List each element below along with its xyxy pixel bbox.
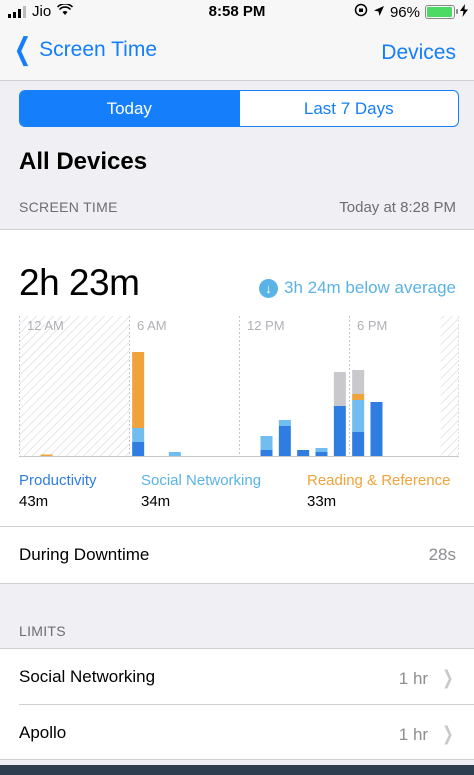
bar-productivity-h13 (260, 450, 273, 456)
limit-value: 1 hr (398, 725, 429, 744)
downtime-row-card: During Downtime 28s (0, 527, 474, 584)
orientation-lock-icon (354, 3, 368, 21)
legend-reading-reference: Reading & Reference 33m (307, 472, 450, 510)
chevron-right-icon: ❯ (442, 724, 454, 745)
bar-social-h13 (260, 436, 273, 450)
screen-time-section-label: SCREEN TIME (19, 199, 118, 215)
average-comparison-text: 3h 24m below average (283, 278, 456, 297)
back-label: Screen Time (39, 38, 158, 61)
bottom-edge (0, 765, 474, 775)
legend-reading-value: 33m (307, 493, 337, 510)
bar-social-h8 (168, 452, 181, 456)
bar-reading-h1-trace (40, 454, 53, 456)
down-arrow-icon: ↓ (258, 278, 278, 298)
charging-icon (460, 3, 468, 21)
x-tick-label: 6 PM (357, 318, 387, 333)
legend-reading-name: Reading & Reference (307, 472, 451, 489)
bar-social-h18 (352, 400, 365, 432)
bar-productivity-h19 (370, 402, 383, 456)
bar-productivity-h14 (278, 426, 291, 456)
battery-level (427, 7, 452, 17)
downtime-label: During Downtime (19, 545, 150, 564)
last-updated: Today at 8:28 PM (339, 199, 456, 216)
x-tick-label: 12 AM (27, 318, 64, 333)
bar-productivity-h18 (352, 432, 365, 456)
location-icon (373, 4, 385, 21)
page-heading: All Devices (19, 148, 148, 175)
battery-icon (425, 5, 458, 19)
bar-productivity-h6 (132, 442, 145, 456)
status-right: 96% (354, 3, 468, 21)
downtime-row: During Downtime 28s (19, 545, 456, 565)
limit-value-wrap: 1 hr ❯ (399, 667, 456, 690)
legend-social-networking: Social Networking 34m (141, 472, 261, 510)
x-tick-label: 6 AM (137, 318, 167, 333)
bar-social-h14 (278, 420, 291, 426)
back-chevron-icon: ❮ (13, 33, 32, 66)
screen-time-card[interactable]: 2h 23m ↓ 3h 24m below average 12 AM 6 AM 1… (0, 229, 474, 528)
limits-section-label: LIMITS (19, 623, 66, 639)
status-bar: Jio 8:58 PM 96% (0, 0, 474, 24)
bar-social-h6 (132, 428, 145, 442)
battery-percent: 96% (389, 3, 420, 21)
bar-other-h18 (352, 370, 365, 394)
period-segmented-control: Today Last 7 Days (19, 90, 459, 127)
bar-productivity-h17 (333, 406, 346, 456)
bar-reading-h6 (132, 352, 145, 428)
limit-value: 1 hr (398, 669, 429, 688)
devices-button[interactable]: Devices (381, 41, 456, 65)
limit-row-apollo[interactable]: Apollo 1 hr ❯ (19, 723, 456, 746)
limit-row-social-networking[interactable]: Social Networking 1 hr ❯ (19, 667, 456, 690)
segment-last-7-days[interactable]: Last 7 Days (238, 91, 459, 126)
hourly-usage-chart: 12 AM 6 AM 12 PM 6 PM (19, 316, 459, 461)
limit-value-wrap: 1 hr ❯ (399, 723, 456, 746)
total-screen-time: 2h 23m (19, 262, 140, 303)
downtime-region-0 (19, 316, 129, 456)
legend-productivity-value: 43m (19, 493, 49, 510)
bar-reading-h18 (352, 394, 365, 400)
limit-name: Apollo (19, 723, 67, 742)
legend-productivity: Productivity 43m (19, 472, 97, 510)
legend-productivity-name: Productivity (19, 472, 97, 489)
nav-divider (0, 80, 474, 81)
segment-today[interactable]: Today (20, 91, 239, 126)
chevron-right-icon: ❯ (442, 668, 454, 689)
limit-name: Social Networking (19, 667, 156, 686)
limits-divider (19, 704, 474, 705)
average-comparison: ↓ 3h 24m below average (258, 278, 456, 298)
bar-social-h16 (315, 448, 328, 452)
legend-social-value: 34m (141, 493, 171, 510)
x-tick-label: 12 PM (247, 318, 285, 333)
bar-productivity-h16 (315, 452, 328, 456)
legend-social-name: Social Networking (141, 472, 262, 489)
downtime-value: 28s (428, 545, 456, 564)
bar-productivity-h15 (297, 450, 310, 456)
downtime-region-1 (440, 316, 459, 456)
bar-other-h17 (333, 372, 346, 406)
hourly-usage-chart-svg: 12 AM 6 AM 12 PM 6 PM (19, 316, 459, 457)
back-button[interactable]: ❮ Screen Time (10, 33, 158, 66)
limits-list: Social Networking 1 hr ❯ Apollo 1 hr ❯ (0, 648, 474, 760)
navigation-bar: ❮ Screen Time Devices (0, 24, 474, 80)
